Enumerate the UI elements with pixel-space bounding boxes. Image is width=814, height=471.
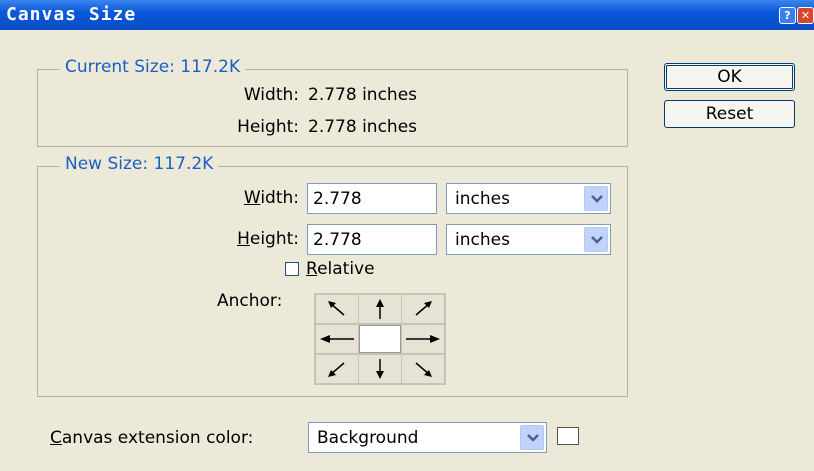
extension-color-value: Background bbox=[317, 428, 419, 448]
anchor-grid[interactable] bbox=[314, 293, 446, 385]
canvas-size-dialog: Canvas Size ? ✕ Current Size: 117.2K Wid… bbox=[0, 0, 814, 471]
reset-button[interactable]: Reset bbox=[664, 100, 795, 128]
close-icon[interactable]: ✕ bbox=[797, 7, 814, 24]
width-input[interactable] bbox=[307, 183, 437, 214]
arrow-up-icon[interactable] bbox=[359, 295, 401, 323]
current-height-label: Height: bbox=[237, 117, 299, 137]
anchor-center[interactable] bbox=[359, 325, 401, 353]
chevron-down-icon[interactable] bbox=[584, 227, 608, 252]
new-size-legend: New Size: 117.2K bbox=[60, 154, 219, 174]
new-height-label: Height: bbox=[237, 229, 299, 249]
title-bar[interactable]: Canvas Size ? ✕ bbox=[0, 0, 814, 30]
help-icon[interactable]: ? bbox=[779, 7, 796, 24]
current-size-legend: Current Size: 117.2K bbox=[60, 57, 246, 77]
current-height-value: 2.778 inches bbox=[308, 117, 418, 137]
extension-color-select[interactable]: Background bbox=[308, 422, 547, 453]
arrow-up-left-icon[interactable] bbox=[316, 295, 358, 323]
current-width-label: Width: bbox=[243, 85, 299, 105]
arrow-down-left-icon[interactable] bbox=[316, 355, 358, 383]
ok-button[interactable]: OK bbox=[664, 63, 795, 91]
extension-color-label: Canvas extension color: bbox=[50, 428, 254, 448]
new-width-label: Width: bbox=[243, 188, 299, 208]
relative-label[interactable]: Relative bbox=[306, 259, 375, 279]
height-unit-select[interactable]: inches bbox=[446, 224, 611, 255]
extension-color-swatch[interactable] bbox=[557, 427, 579, 445]
arrow-left-icon[interactable] bbox=[316, 325, 358, 353]
current-width-value: 2.778 inches bbox=[308, 85, 418, 105]
arrow-down-icon[interactable] bbox=[359, 355, 401, 383]
chevron-down-icon[interactable] bbox=[584, 186, 608, 211]
relative-checkbox[interactable] bbox=[285, 262, 299, 276]
height-unit-value: inches bbox=[455, 230, 510, 250]
arrow-up-right-icon[interactable] bbox=[402, 295, 444, 323]
arrow-right-icon[interactable] bbox=[402, 325, 444, 353]
window-title: Canvas Size bbox=[6, 4, 137, 25]
width-unit-select[interactable]: inches bbox=[446, 183, 611, 214]
chevron-down-icon[interactable] bbox=[520, 425, 544, 450]
width-unit-value: inches bbox=[455, 189, 510, 209]
height-input[interactable] bbox=[307, 224, 437, 255]
anchor-label: Anchor: bbox=[217, 291, 283, 311]
arrow-down-right-icon[interactable] bbox=[402, 355, 444, 383]
